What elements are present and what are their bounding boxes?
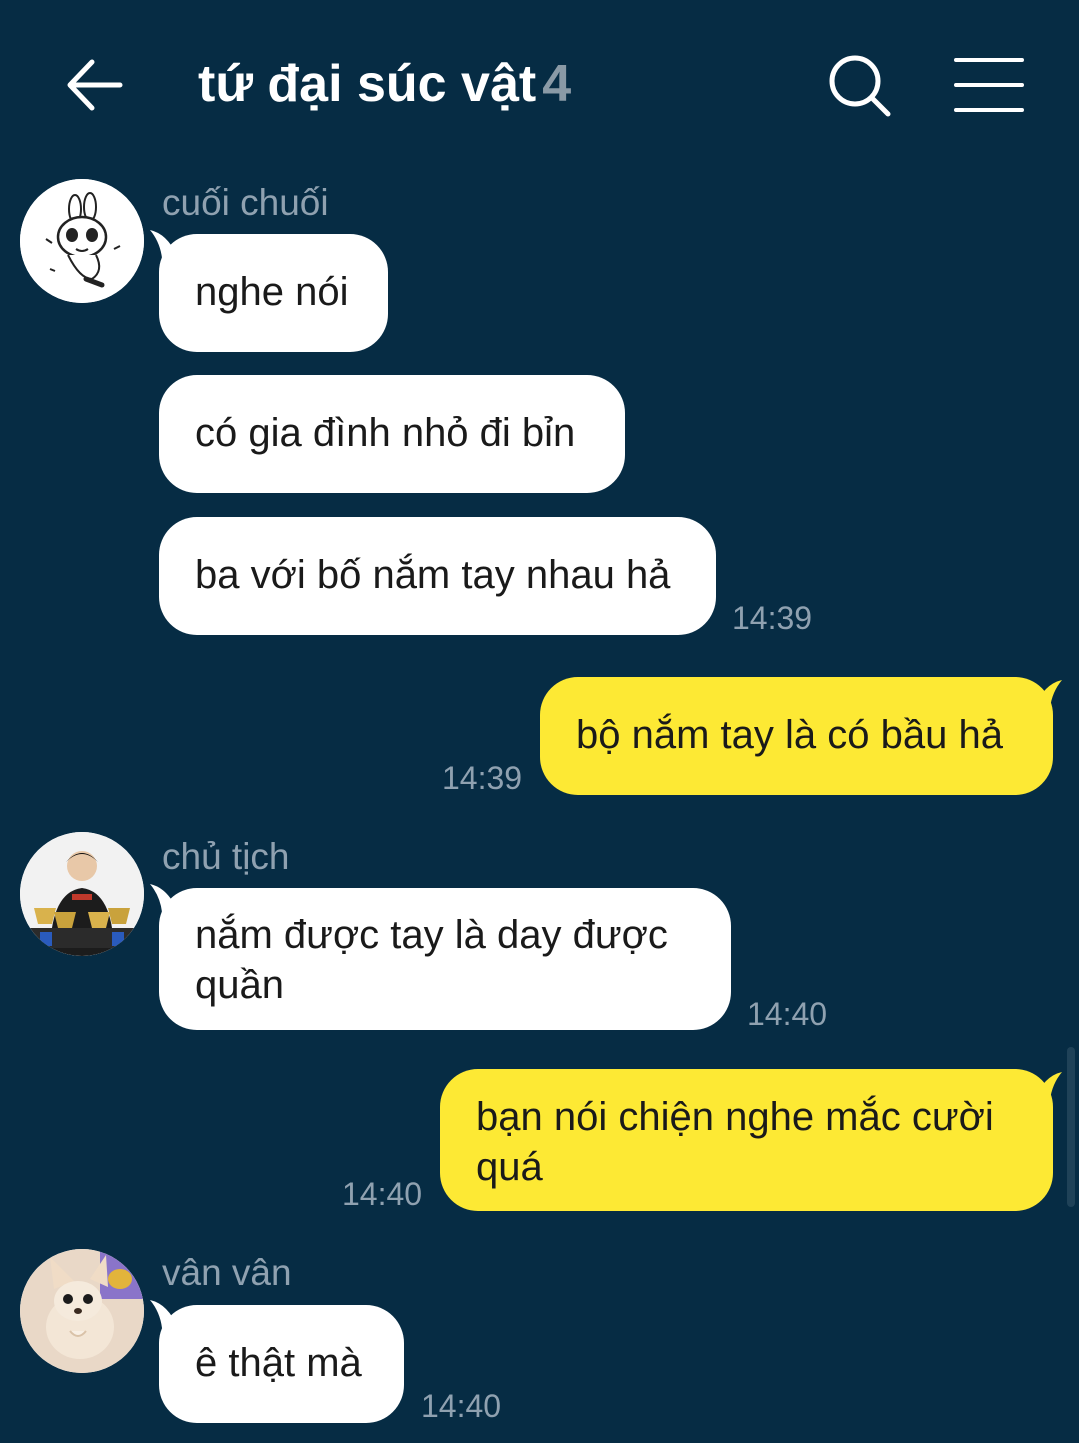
member-count: 4 [542, 55, 572, 113]
message-time: 14:39 [442, 760, 523, 796]
man-with-trophies-avatar [20, 832, 144, 956]
message-text: có gia đình nhỏ đi bỉn [195, 411, 576, 455]
outgoing-message-bubble[interactable]: bạn nói chiện nghe mắc cười quá [440, 1069, 1053, 1211]
chihuahua-avatar [20, 1249, 144, 1373]
bubble-tail [1034, 680, 1062, 708]
message-text: bộ nắm tay là có bầu hả [576, 713, 1003, 757]
back-button[interactable] [62, 50, 132, 120]
bunny-sticker-avatar [20, 179, 144, 303]
message-text: ba với bố nắm tay nhau hả [195, 553, 671, 597]
message-time: 14:40 [342, 1176, 423, 1212]
message-bubble[interactable]: nắm được tay là day được quần [159, 888, 731, 1030]
arrow-left-icon [67, 59, 123, 111]
avatar-chu-tich[interactable] [20, 832, 144, 956]
message-bubble[interactable]: nghe nói [159, 234, 388, 352]
menu-button[interactable] [950, 52, 1030, 118]
message-text: bạn nói chiện nghe mắc cười quá [476, 1095, 994, 1189]
sender-name: vân vân [162, 1252, 292, 1293]
message-text: nghe nói [195, 270, 349, 314]
hamburger-menu-icon [954, 58, 1024, 112]
message-text: ê thật mà [195, 1341, 362, 1385]
avatar-cuoi-chuoi[interactable] [20, 179, 144, 303]
chat-title-text: tứ đại súc vật [198, 55, 537, 113]
message-time: 14:40 [421, 1388, 502, 1424]
search-button[interactable] [826, 52, 894, 120]
chat-header: tứ đại súc vật 4 [0, 0, 1079, 170]
bubble-tail [1034, 1072, 1062, 1100]
sender-name: chủ tịch [162, 836, 290, 877]
scrollbar[interactable] [1067, 1047, 1075, 1207]
message-bubble[interactable]: ba với bố nắm tay nhau hả [159, 517, 716, 635]
message-bubble[interactable]: có gia đình nhỏ đi bỉn [159, 375, 625, 493]
message-time: 14:40 [747, 996, 828, 1032]
sender-name: cuối chuối [162, 182, 329, 223]
outgoing-message-bubble[interactable]: bộ nắm tay là có bầu hả [540, 677, 1053, 795]
search-icon [829, 55, 891, 117]
message-bubble[interactable]: ê thật mà [159, 1305, 404, 1423]
avatar-van-van[interactable] [20, 1249, 144, 1373]
message-text: nắm được tay là day được quần [195, 913, 668, 1007]
chat-title: tứ đại súc vật 4 [198, 54, 571, 114]
message-time: 14:39 [732, 600, 813, 636]
